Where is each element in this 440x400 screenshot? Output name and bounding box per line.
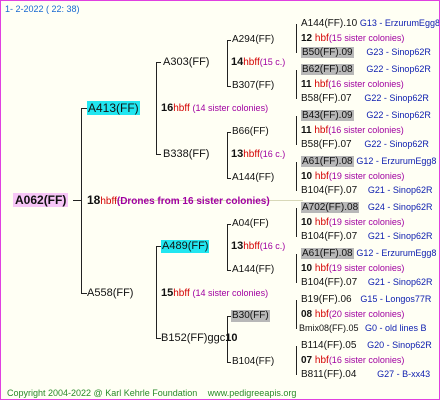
gen1-info: 18hbff(Drones from 16 sister colonies) xyxy=(87,193,270,208)
b338-num: 13 xyxy=(231,148,244,160)
connector xyxy=(296,116,297,145)
root-queen[interactable]: A062(FF) xyxy=(13,193,69,207)
queen-a558[interactable]: A558(FF) xyxy=(87,287,133,300)
a489-info: 13hbff(16 c.) xyxy=(231,240,285,253)
a303-note: (15 c.) xyxy=(259,57,286,67)
bottom-num: 15 xyxy=(161,287,174,299)
header-date: 1- 2-2022 ( 22: 38) xyxy=(5,4,80,14)
connector xyxy=(227,224,228,270)
ancestor-row[interactable]: A61(FF).08 G12 - ErzurumEgg8 xyxy=(301,156,436,168)
a303-num: 14 xyxy=(231,56,244,68)
connector xyxy=(296,162,297,191)
ancestor-row[interactable]: B58(FF).07 G22 - Sinop62R xyxy=(301,139,429,151)
sister-row: 07 hbf(16 sister colonies) xyxy=(301,355,405,366)
ancestor-row[interactable]: B19(FF).06 G15 - Longos77R xyxy=(301,294,431,306)
sister-row: 11 hbf(16 sister colonies) xyxy=(301,125,404,136)
ancestor-row[interactable]: B104(FF).07 G21 - Sinop62R xyxy=(301,185,432,197)
connector xyxy=(156,154,161,155)
top-num: 16 xyxy=(161,102,174,114)
a489-num: 13 xyxy=(231,240,244,252)
ancestor-row[interactable]: B58(FF).07 G22 - Sinop62R xyxy=(301,93,429,105)
queen-a04[interactable]: A04(FF) xyxy=(232,218,269,230)
sister-row: 08 hbf(20 sister colonies) xyxy=(301,309,405,320)
sister-row: 11 hbf(16 sister colonies) xyxy=(301,79,404,90)
connector xyxy=(296,24,297,53)
queen-a144[interactable]: A144(FF) xyxy=(232,264,274,276)
b152-info: B152(FF)ggc10 xyxy=(161,332,237,345)
connector xyxy=(73,200,82,201)
footer: Copyright 2004-2022 @ Karl Kehrle Founda… xyxy=(7,387,296,399)
connector xyxy=(296,70,297,99)
queen-b307[interactable]: B307(FF) xyxy=(232,80,274,92)
footer-site-link[interactable]: www.pedigreeapis.org xyxy=(208,388,297,398)
sister-row: 10 hbf(19 sister colonies) xyxy=(301,263,405,274)
ancestor-row[interactable]: B114(FF).05 G20 - Sinop62R xyxy=(301,340,432,352)
top-info: 16hbff (14 sister colonies) xyxy=(161,102,268,115)
bottom-info: 15hbff (14 sister colonies) xyxy=(161,287,268,300)
bottom-note: (14 sister colonies) xyxy=(192,288,269,298)
queen-a144[interactable]: A144(FF) xyxy=(232,172,274,184)
ancestor-row[interactable]: B43(FF).09 G22 - Sinop62R xyxy=(301,110,431,122)
a489-note: (16 c.) xyxy=(259,241,286,251)
a303-hb: hbff xyxy=(243,57,260,68)
connector xyxy=(296,346,297,375)
top-hb: hbff xyxy=(173,103,190,114)
queen-b338[interactable]: B338(FF) xyxy=(163,148,209,161)
sister-row: 10 hbf(19 sister colonies) xyxy=(301,217,405,228)
sister-row: 12 hbf(15 sister colonies) xyxy=(301,33,405,44)
queen-a413[interactable]: A413(FF) xyxy=(87,101,140,115)
queen-b66[interactable]: B66(FF) xyxy=(232,126,269,138)
ancestor-row[interactable]: B50(FF).09 G23 - Sinop62R xyxy=(301,47,431,59)
b152-num: 10 xyxy=(225,332,238,344)
top-note: (14 sister colonies) xyxy=(192,103,269,113)
ancestor-row[interactable]: A702(FF).08 G24 - Sinop62R xyxy=(301,202,432,214)
ancestor-row[interactable]: A61(FF).08 G12 - ErzurumEgg8 xyxy=(301,248,436,260)
connector xyxy=(296,300,297,329)
footer-copyright: Copyright 2004-2022 @ Karl Kehrle Founda… xyxy=(7,388,198,398)
gen1-num: 18 xyxy=(87,193,101,207)
connector xyxy=(227,270,231,271)
ancestor-row[interactable]: B104(FF).07 G21 - Sinop62R xyxy=(301,277,432,289)
sister-row: 10 hbf(19 sister colonies) xyxy=(301,171,405,182)
connector xyxy=(227,132,228,178)
b338-info: 13hbff(16 c.) xyxy=(231,148,285,161)
connector xyxy=(227,132,231,133)
queen-b104[interactable]: B104(FF) xyxy=(232,356,274,368)
connector xyxy=(156,62,161,63)
connector xyxy=(296,208,297,237)
connector xyxy=(227,362,231,363)
connector xyxy=(227,40,231,41)
queen-b30[interactable]: B30(FF) xyxy=(231,310,270,322)
queen-a303[interactable]: A303(FF) xyxy=(163,56,209,69)
a489-hb: hbff xyxy=(243,241,260,252)
gen1-hb: hbff xyxy=(100,196,117,207)
connector xyxy=(296,254,297,283)
pedigree-frame: { "header": "1- 2-2022 ( 22: 38)", "root… xyxy=(0,0,440,400)
connector xyxy=(227,224,231,225)
ancestor-row[interactable]: B811(FF).04 G27 - B-xx43 xyxy=(301,369,430,381)
queen-a489[interactable]: A489(FF) xyxy=(161,240,210,253)
ancestor-row[interactable]: A144(FF).10 G13 - ErzurumEgg8 xyxy=(301,18,439,30)
b338-hb: hbff xyxy=(243,149,260,160)
connector xyxy=(227,178,231,179)
ancestor-row[interactable]: Bmix08(FF).05 G0 - old lines B xyxy=(299,323,427,334)
connector xyxy=(227,40,228,86)
connector xyxy=(156,62,157,154)
ancestor-row[interactable]: B62(FF).08 G22 - Sinop62R xyxy=(301,64,431,76)
queen-a294[interactable]: A294(FF) xyxy=(232,34,274,46)
connector xyxy=(156,246,157,338)
ancestor-row[interactable]: B104(FF).07 G21 - Sinop62R xyxy=(301,231,432,243)
connector xyxy=(227,86,231,87)
gen1-note: (Drones from 16 sister colonies) xyxy=(116,196,270,207)
bottom-hb: hbff xyxy=(173,288,190,299)
a303-info: 14hbff(15 c.) xyxy=(231,56,285,69)
queen-b152[interactable]: B152(FF)ggc xyxy=(161,332,225,344)
b338-note: (16 c.) xyxy=(259,149,286,159)
